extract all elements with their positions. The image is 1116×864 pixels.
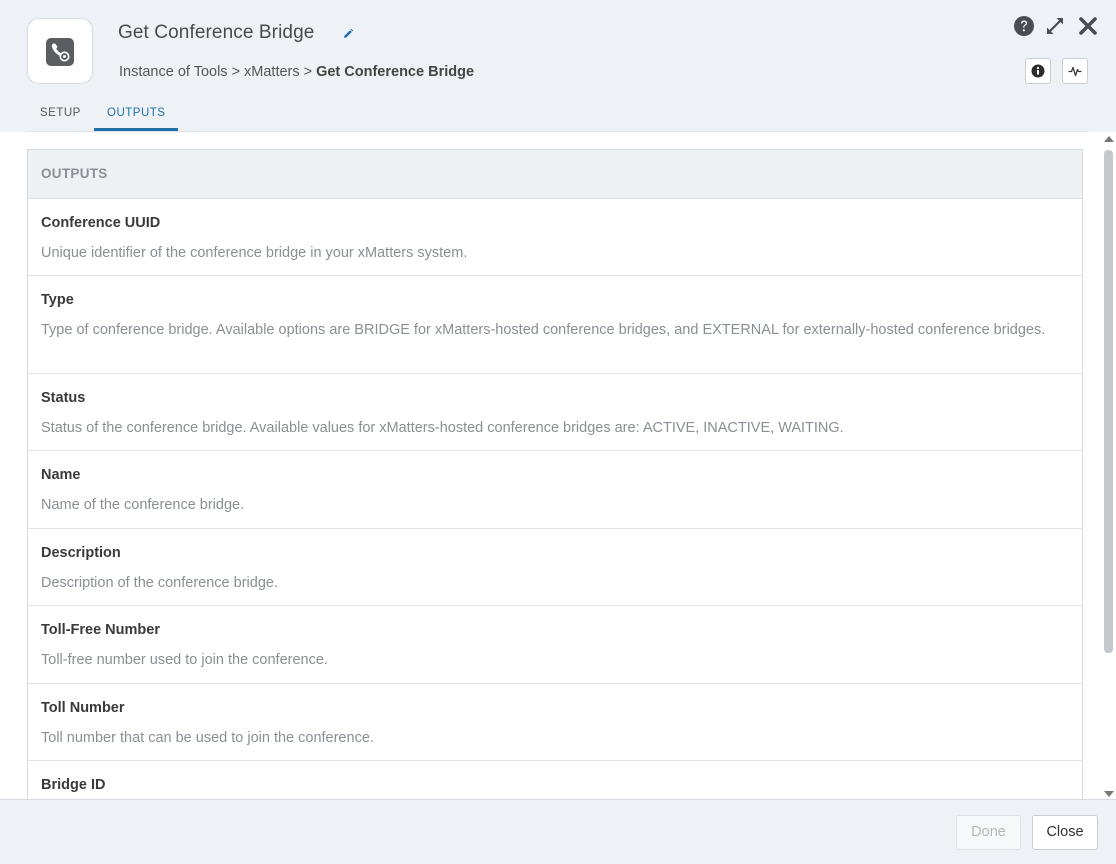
output-description: Type of conference bridge. Available opt… [41, 322, 1046, 338]
output-description: Status of the conference bridge. Availab… [41, 420, 844, 436]
activity-icon [1068, 66, 1082, 77]
help-icon[interactable] [1013, 15, 1035, 37]
tab-outputs[interactable]: OUTPUTS [94, 107, 179, 131]
info-button[interactable] [1025, 58, 1051, 84]
dialog-header: Get Conference Bridge Instance of Tools >… [0, 0, 1116, 134]
dialog-title: Get Conference Bridge [118, 22, 315, 43]
output-row: Toll Number Toll number that can be used… [28, 684, 1082, 761]
tab-setup[interactable]: SETUP [40, 107, 81, 129]
output-name: Type [41, 292, 74, 308]
output-name: Conference UUID [41, 215, 161, 231]
scroll-down-arrow-icon[interactable] [1104, 791, 1114, 797]
outputs-header: OUTPUTS [28, 150, 1082, 199]
output-row: Type Type of conference bridge. Availabl… [28, 276, 1082, 374]
breadcrumb-current: Get Conference Bridge [316, 64, 475, 80]
breadcrumb-separator: > [303, 64, 313, 80]
outputs-panel: OUTPUTS Conference UUID Unique identifie… [27, 149, 1083, 809]
output-name: Toll-Free Number [41, 622, 160, 638]
output-description: Toll-free number used to join the confer… [41, 652, 328, 668]
step-icon-box [27, 18, 93, 84]
output-description: Name of the conference bridge. [41, 497, 245, 513]
output-name: Description [41, 545, 121, 561]
output-row: Toll-Free Number Toll-free number used t… [28, 606, 1082, 684]
output-name: Bridge ID [41, 777, 106, 793]
output-row: Conference UUID Unique identifier of the… [28, 199, 1082, 276]
breadcrumb-item-xmatters[interactable]: xMatters [244, 64, 300, 80]
output-description: Toll number that can be used to join the… [41, 730, 374, 746]
breadcrumb-item-instance[interactable]: Instance of Tools [119, 64, 228, 80]
phone-gear-icon [46, 38, 74, 66]
expand-icon[interactable] [1044, 15, 1066, 37]
activity-button[interactable] [1062, 58, 1088, 84]
dialog-footer: Done Close [0, 799, 1116, 864]
output-row: Status Status of the conference bridge. … [28, 374, 1082, 451]
output-name: Status [41, 390, 86, 406]
output-row: Description Description of the conferenc… [28, 529, 1082, 606]
output-name: Toll Number [41, 700, 125, 716]
scroll-up-arrow-icon[interactable] [1104, 136, 1114, 142]
done-button[interactable]: Done [956, 815, 1021, 850]
close-icon[interactable] [1077, 15, 1099, 37]
pencil-icon[interactable] [342, 28, 354, 40]
close-button[interactable]: Close [1032, 815, 1098, 850]
content-area: OUTPUTS Conference UUID Unique identifie… [0, 132, 1116, 809]
breadcrumb: Instance of Tools > xMatters > Get Conferenc… [119, 64, 474, 80]
tab-bar: SETUP OUTPUTS [27, 102, 1089, 134]
scrollbar[interactable] [1102, 136, 1114, 797]
output-description: Description of the conference bridge. [41, 575, 278, 591]
output-row: Name Name of the conference bridge. [28, 451, 1082, 529]
breadcrumb-separator: > [231, 64, 241, 80]
output-description: Unique identifier of the conference brid… [41, 245, 468, 261]
output-name: Name [41, 467, 81, 483]
info-icon [1031, 64, 1045, 78]
scroll-thumb[interactable] [1104, 150, 1113, 653]
